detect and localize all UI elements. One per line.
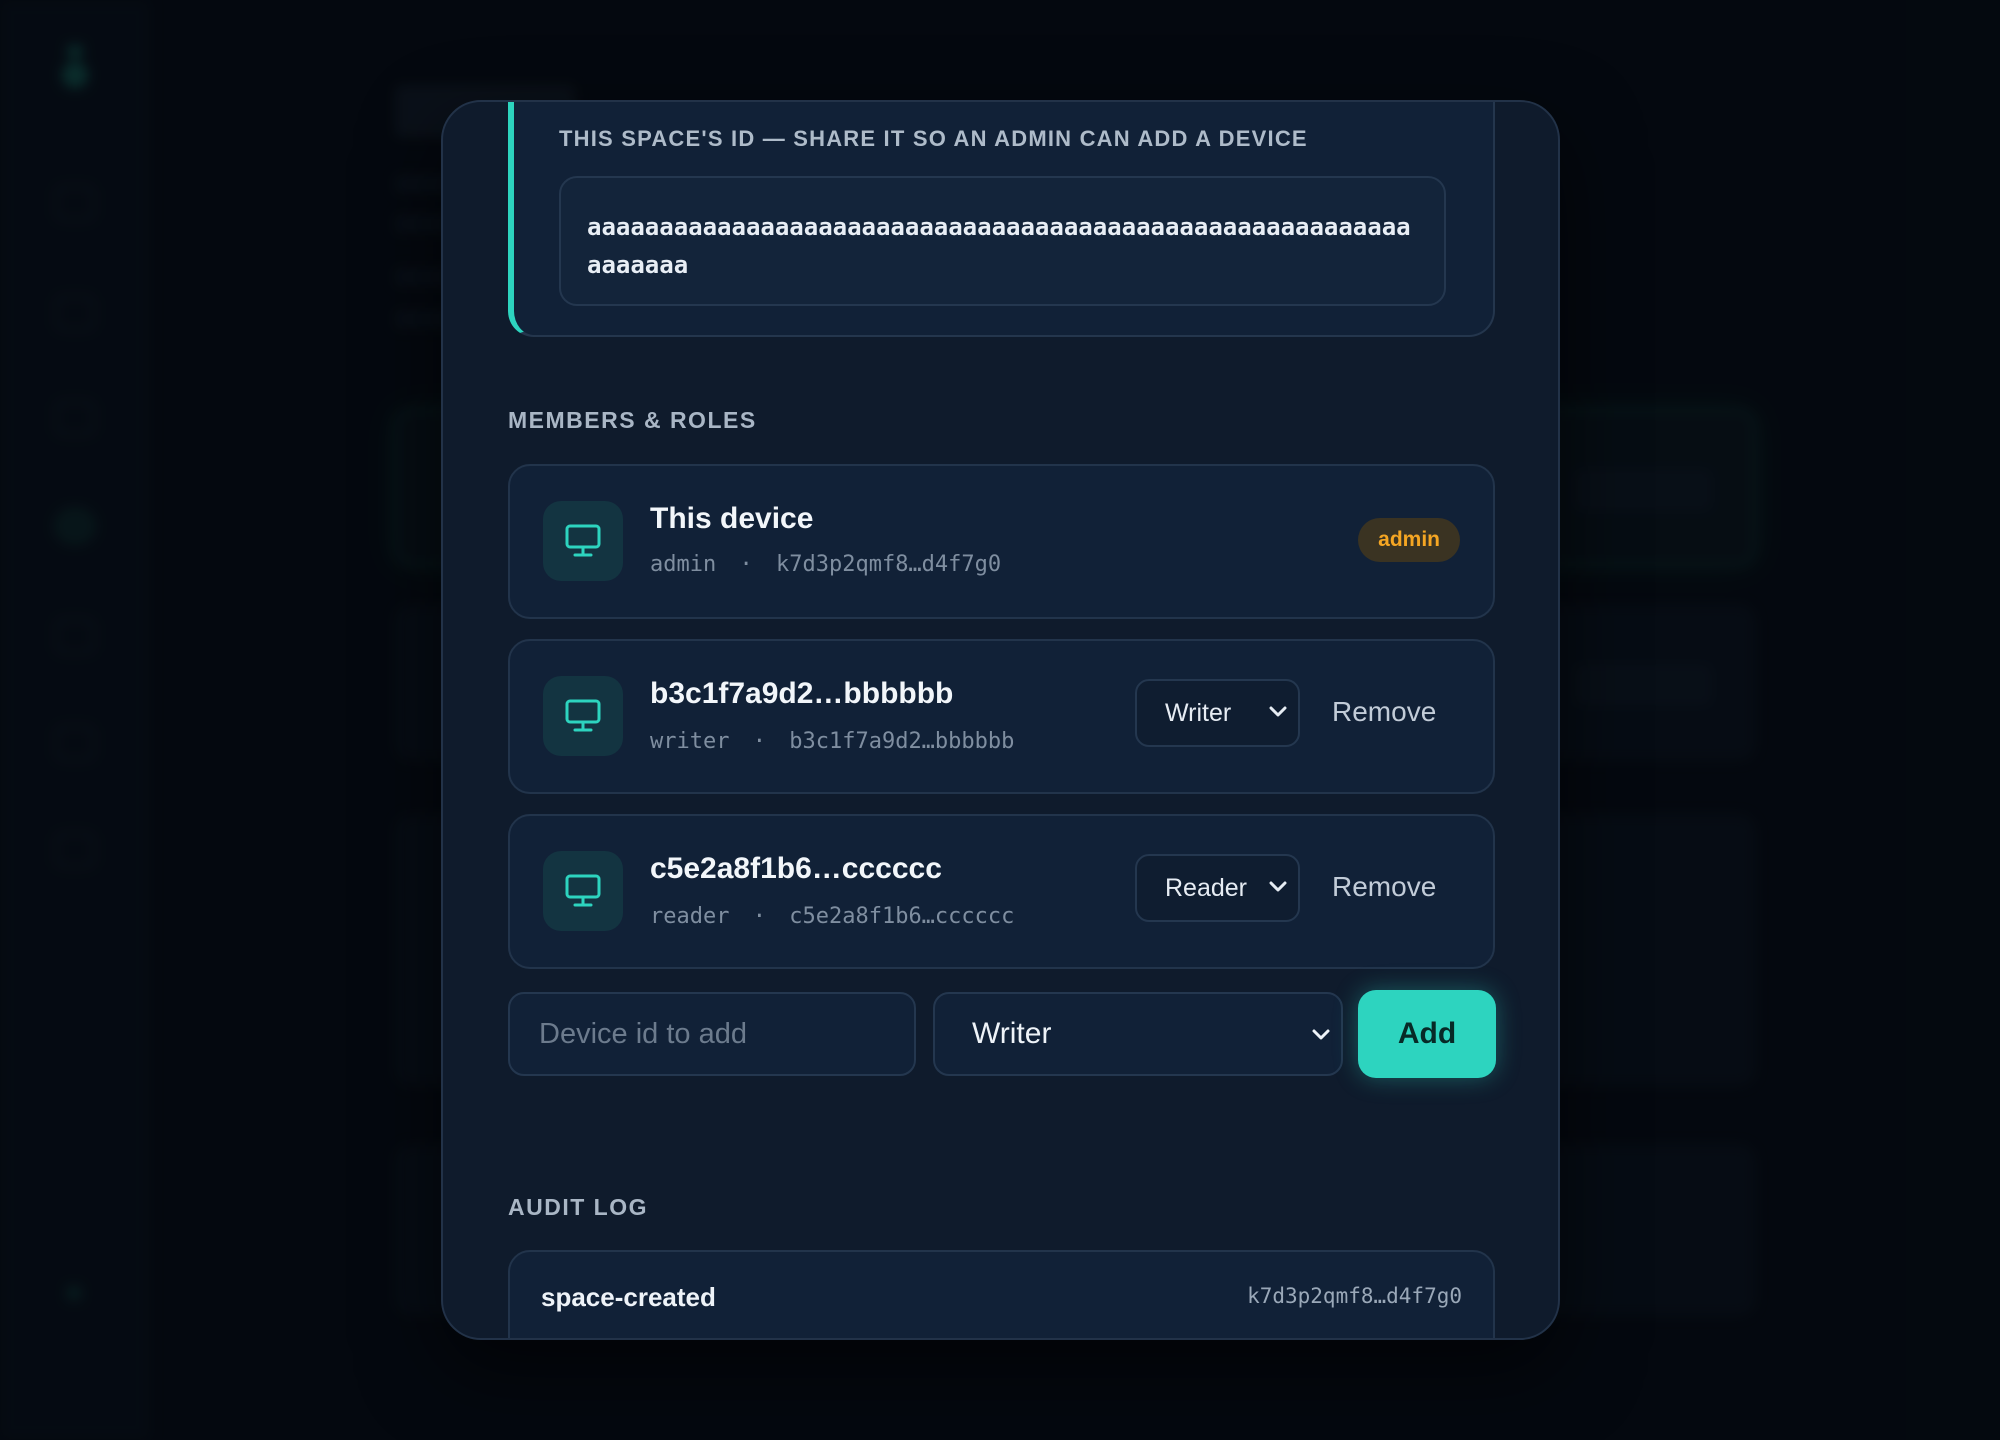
space-id-label: THIS SPACE'S ID — SHARE IT SO AN ADMIN C…: [559, 126, 1308, 151]
space-settings-modal: THIS SPACE'S ID — SHARE IT SO AN ADMIN C…: [441, 100, 1560, 1340]
space-id-card: THIS SPACE'S ID — SHARE IT SO AN ADMIN C…: [508, 102, 1495, 337]
member-details: admin · k7d3p2qmf8…d4f7g0: [650, 552, 1001, 577]
device-id-input[interactable]: Device id to add: [508, 992, 916, 1076]
separator: ·: [752, 729, 766, 754]
separator: ·: [752, 904, 766, 929]
audit-entry: space-created k7d3p2qmf8…d4f7g0: [508, 1250, 1495, 1338]
space-id-value[interactable]: aaaaaaaaaaaaaaaaaaaaaaaaaaaaaaaaaaaaaaaa…: [559, 176, 1446, 306]
role-select-value: Writer: [1165, 698, 1232, 727]
chevron-down-icon: [1312, 1029, 1330, 1040]
audit-event: space-created: [541, 1282, 716, 1312]
member-name: b3c1f7a9d2…bbbbbb: [650, 677, 954, 710]
member-role-select[interactable]: Reader: [1135, 854, 1300, 922]
member-row: This device admin · k7d3p2qmf8…d4f7g0 ad…: [508, 464, 1495, 619]
member-role: reader: [650, 904, 730, 929]
new-member-role-select[interactable]: Writer: [933, 992, 1343, 1076]
chevron-down-icon: [1269, 706, 1287, 717]
monitor-icon: [543, 676, 623, 756]
member-name: This device: [650, 502, 814, 535]
member-id: k7d3p2qmf8…d4f7g0: [775, 552, 1002, 577]
member-role: writer: [650, 729, 730, 754]
role-select-value: Reader: [1165, 873, 1247, 902]
member-row: c5e2a8f1b6…cccccc reader · c5e2a8f1b6…cc…: [508, 814, 1495, 969]
member-role-select[interactable]: Writer: [1135, 679, 1300, 747]
member-role: admin: [650, 552, 717, 577]
remove-member-button[interactable]: Remove: [1332, 696, 1436, 728]
member-row: b3c1f7a9d2…bbbbbb writer · b3c1f7a9d2…bb…: [508, 639, 1495, 794]
separator: ·: [739, 552, 753, 577]
member-name: c5e2a8f1b6…cccccc: [650, 852, 942, 885]
audit-section-title: AUDIT LOG: [508, 1194, 648, 1220]
audit-actor: k7d3p2qmf8…d4f7g0: [1247, 1284, 1462, 1308]
add-member-form: Device id to add Writer Add: [508, 990, 1496, 1080]
chevron-down-icon: [1269, 881, 1287, 892]
remove-member-button[interactable]: Remove: [1332, 871, 1436, 903]
member-id: c5e2a8f1b6…cccccc: [789, 904, 1015, 929]
monitor-icon: [543, 501, 623, 581]
role-select-value: Writer: [972, 1017, 1052, 1050]
monitor-icon: [543, 851, 623, 931]
member-details: reader · c5e2a8f1b6…cccccc: [650, 904, 1014, 929]
member-details: writer · b3c1f7a9d2…bbbbbb: [650, 729, 1014, 754]
members-section-title: MEMBERS & ROLES: [508, 407, 757, 433]
admin-badge: admin: [1358, 518, 1460, 562]
add-member-button[interactable]: Add: [1358, 990, 1496, 1078]
member-id: b3c1f7a9d2…bbbbbb: [789, 729, 1015, 754]
